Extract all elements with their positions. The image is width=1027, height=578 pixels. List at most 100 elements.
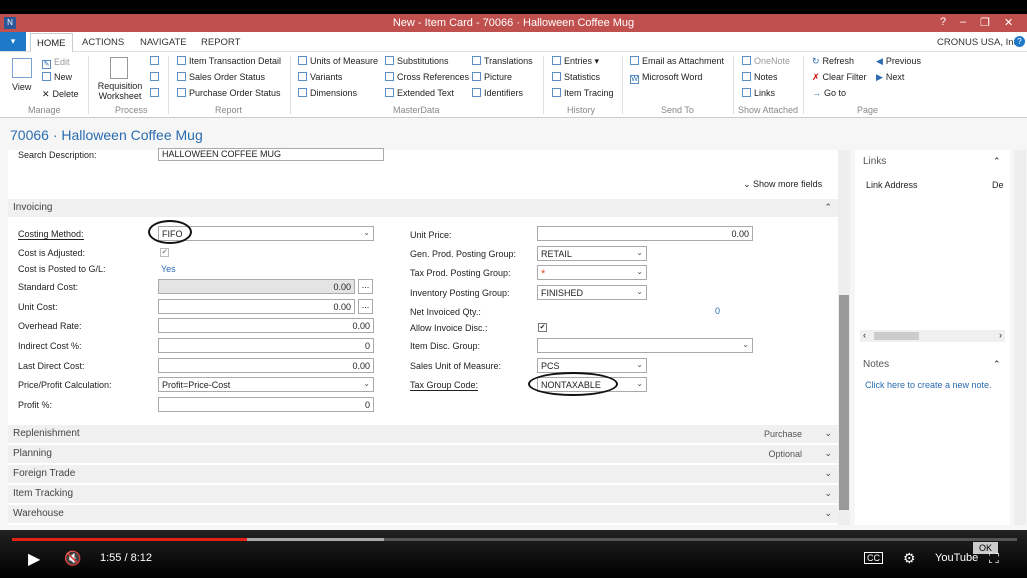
company-name[interactable]: CRONUS USA, Inc. [937, 37, 1021, 48]
previous-button[interactable]: ◀ Previous [876, 56, 921, 67]
video-player-controls: ▶ 🔇 1:55 / 8:12 CC ⚙ YouTube OK ⛶ [0, 530, 1027, 578]
purchase-order-status-button[interactable]: Purchase Order Status [177, 88, 281, 98]
tab-navigate[interactable]: NAVIGATE [140, 37, 187, 48]
item-tracing-button[interactable]: Item Tracing [552, 88, 614, 98]
item-tracking-section-header[interactable]: Item Tracking ⌄ [8, 485, 838, 504]
settings-gear-icon[interactable]: ⚙ [903, 550, 916, 567]
next-button[interactable]: ▶ Next [876, 72, 904, 83]
posted-gl-value[interactable]: Yes [161, 264, 176, 274]
allow-invoice-disc-checkbox[interactable]: ✔ [538, 323, 547, 332]
side-scrollbar[interactable] [1014, 150, 1026, 525]
captions-icon[interactable]: CC [864, 552, 883, 564]
statistics-button[interactable]: Statistics [552, 72, 600, 82]
close-icon[interactable]: ✕ [1004, 16, 1013, 29]
file-menu-button[interactable]: ▾ [0, 32, 26, 51]
factbox-pane: Links ⌃ Link Address De ‹ › Notes ⌃ Clic… [855, 150, 1010, 525]
word-icon: W [630, 75, 639, 84]
tax-prod-posting-group-select[interactable]: * ⌄ [537, 265, 647, 280]
process-icon-1[interactable] [150, 56, 162, 66]
help-icon[interactable]: ? [1014, 36, 1025, 47]
process-icon-2[interactable] [150, 72, 162, 82]
inventory-posting-group-select[interactable]: FINISHED ⌄ [537, 285, 647, 300]
clear-filter-button[interactable]: ✗ Clear Filter [812, 72, 867, 83]
fullscreen-icon[interactable]: ⛶ [989, 550, 999, 567]
chevron-up-icon[interactable]: ⌃ [993, 359, 1001, 370]
email-icon [630, 56, 639, 65]
email-as-attachment-button[interactable]: Email as Attachment [630, 56, 724, 66]
onenote-button[interactable]: OneNote [742, 56, 790, 66]
help-icon[interactable]: ? [940, 16, 946, 28]
edit-button[interactable]: ✎ Edit [42, 57, 70, 69]
unit-price-field[interactable]: 0.00 [537, 226, 753, 241]
last-direct-cost-field[interactable]: 0.00 [158, 358, 374, 373]
youtube-logo-icon[interactable]: YouTube [935, 552, 978, 564]
minimize-icon[interactable]: – [960, 16, 966, 28]
tab-report[interactable]: REPORT [201, 37, 240, 48]
create-note-link[interactable]: Click here to create a new note. [865, 380, 992, 390]
main-scrollbar[interactable] [838, 150, 850, 525]
overhead-rate-field[interactable]: 0.00 [158, 318, 374, 333]
go-to-button[interactable]: → Go to [812, 88, 846, 98]
links-scrollbar[interactable]: ‹ › [860, 330, 1005, 342]
play-icon[interactable]: ▶ [28, 549, 40, 569]
gen-prod-posting-group-select[interactable]: RETAIL ⌄ [537, 246, 647, 261]
search-description-field[interactable]: HALLOWEEN COFFEE MUG [158, 148, 384, 161]
units-of-measure-button[interactable]: Units of Measure [298, 56, 378, 66]
indirect-cost-field[interactable]: 0 [158, 338, 374, 353]
chevron-up-icon[interactable]: ⌃ [993, 156, 1001, 167]
refresh-button[interactable]: ↻ Refresh [812, 56, 854, 67]
entries-button[interactable]: Entries ▾ [552, 56, 599, 67]
links-button[interactable]: Links [742, 88, 775, 98]
new-icon [42, 72, 51, 81]
ribbon: View ✎ Edit New ✕ Delete Manage Requisitio… [0, 52, 1027, 118]
chevron-right-icon[interactable]: › [999, 330, 1002, 340]
profit-field[interactable]: 0 [158, 397, 374, 412]
sales-uom-select[interactable]: PCS ⌄ [537, 358, 647, 373]
chevron-left-icon[interactable]: ‹ [863, 330, 866, 340]
refresh-icon: ↻ [812, 56, 820, 66]
process-icon-3[interactable] [150, 88, 162, 98]
cross-references-button[interactable]: Cross References [385, 72, 469, 82]
extended-text-button[interactable]: Extended Text [385, 88, 454, 98]
substitutions-button[interactable]: Substitutions [385, 56, 449, 66]
standard-cost-field[interactable]: 0.00 [158, 279, 355, 294]
unit-cost-assist-button[interactable]: ... [358, 299, 373, 314]
picture-button[interactable]: Picture [472, 72, 512, 82]
replenishment-section-header[interactable]: Replenishment Purchase ⌄ [8, 425, 838, 444]
sales-order-status-button[interactable]: Sales Order Status [177, 72, 265, 82]
mute-icon[interactable]: 🔇 [64, 550, 81, 567]
dimensions-button[interactable]: Dimensions [298, 88, 357, 98]
group-send-to: Send To [661, 105, 694, 115]
costing-method-label: Costing Method: [18, 229, 84, 240]
requisition-worksheet-button[interactable]: Requisition Worksheet [96, 81, 144, 101]
divider [543, 56, 544, 114]
identifiers-icon [472, 88, 481, 97]
planning-section-header[interactable]: Planning Optional ⌄ [8, 445, 838, 464]
net-invoiced-qty-value[interactable]: 0 [715, 306, 720, 316]
invoicing-section-header[interactable]: Invoicing ⌃ [8, 199, 838, 218]
price-profit-calc-select[interactable]: Profit=Price-Cost ⌄ [158, 377, 374, 392]
microsoft-word-button[interactable]: W Microsoft Word [630, 72, 702, 84]
show-more-fields-button[interactable]: ⌄ Show more fields [743, 179, 822, 190]
delete-button[interactable]: ✕ Delete [42, 89, 79, 100]
translations-button[interactable]: Translations [472, 56, 533, 66]
item-transaction-detail-button[interactable]: Item Transaction Detail [177, 56, 281, 66]
view-button[interactable]: View [12, 82, 31, 92]
variants-button[interactable]: Variants [298, 72, 342, 82]
chevron-down-icon: ⌄ [363, 379, 370, 388]
scrollbar-thumb[interactable] [839, 295, 849, 510]
foreign-trade-section-header[interactable]: Foreign Trade ⌄ [8, 465, 838, 484]
warehouse-section-header[interactable]: Warehouse ⌄ [8, 505, 838, 524]
tab-actions[interactable]: ACTIONS [82, 37, 124, 48]
scrollbar-thumb[interactable] [874, 332, 919, 340]
unit-cost-field[interactable]: 0.00 [158, 299, 355, 314]
cost-adjusted-checkbox[interactable]: ✔ [160, 248, 169, 257]
new-button[interactable]: New [42, 72, 72, 82]
identifiers-button[interactable]: Identifiers [472, 88, 523, 98]
standard-cost-assist-button[interactable]: ... [358, 279, 373, 294]
tab-home[interactable]: HOME [30, 33, 73, 52]
progress-track[interactable] [12, 538, 1017, 541]
notes-button[interactable]: Notes [742, 72, 778, 82]
restore-icon[interactable]: ❐ [980, 16, 990, 29]
item-disc-group-select[interactable]: ⌄ [537, 338, 753, 353]
